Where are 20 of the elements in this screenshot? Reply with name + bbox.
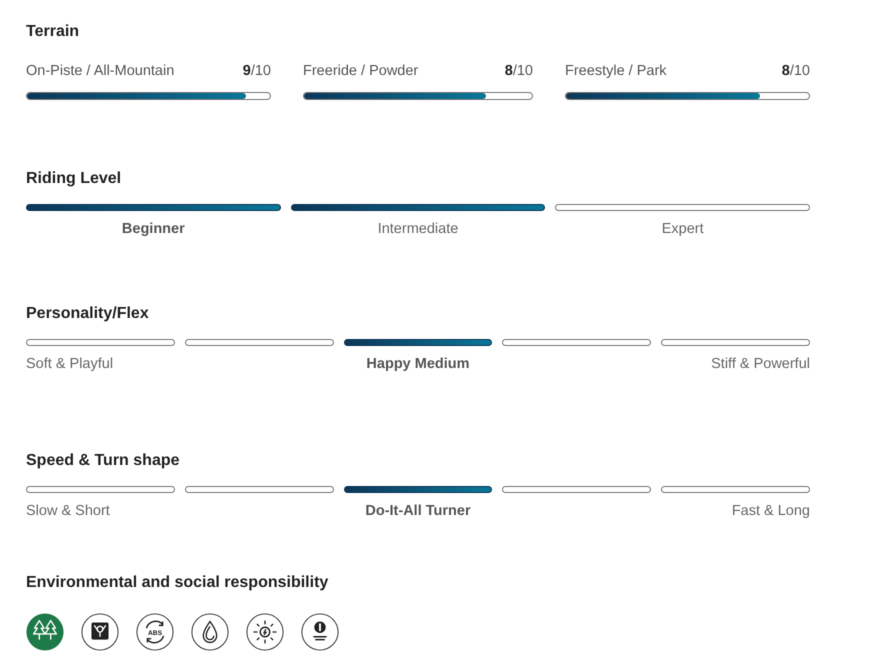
- rating-score: 8/10: [782, 62, 810, 80]
- section-heading: Riding Level: [26, 169, 122, 189]
- rating-label: Freestyle / Park: [565, 62, 667, 80]
- scale-label: Beginner: [122, 220, 185, 238]
- rating-score: 8/10: [504, 62, 533, 80]
- scale-label: Intermediate: [378, 220, 458, 238]
- section-heading: Speed & Turn shape: [26, 451, 181, 471]
- scale-label: Expert: [662, 220, 704, 238]
- scale-label: Slow & Short: [26, 502, 110, 520]
- scale-label: Fast & Long: [732, 502, 810, 520]
- section-heading: Terrain: [26, 22, 80, 42]
- rating-label: On-Piste / All-Mountain: [26, 62, 174, 80]
- scale-label: Stiff & Powerful: [711, 355, 810, 373]
- scale-label: Happy Medium: [366, 355, 470, 373]
- scale-label: Soft & Playful: [26, 355, 114, 373]
- scale-label: Do-It-All Turner: [365, 502, 471, 520]
- section-heading: Personality/Flex: [26, 304, 150, 324]
- rating-score: 9/10: [242, 62, 271, 80]
- section-heading: Environmental and social responsibility: [26, 573, 330, 593]
- rating-label: Freeride / Powder: [303, 62, 418, 80]
